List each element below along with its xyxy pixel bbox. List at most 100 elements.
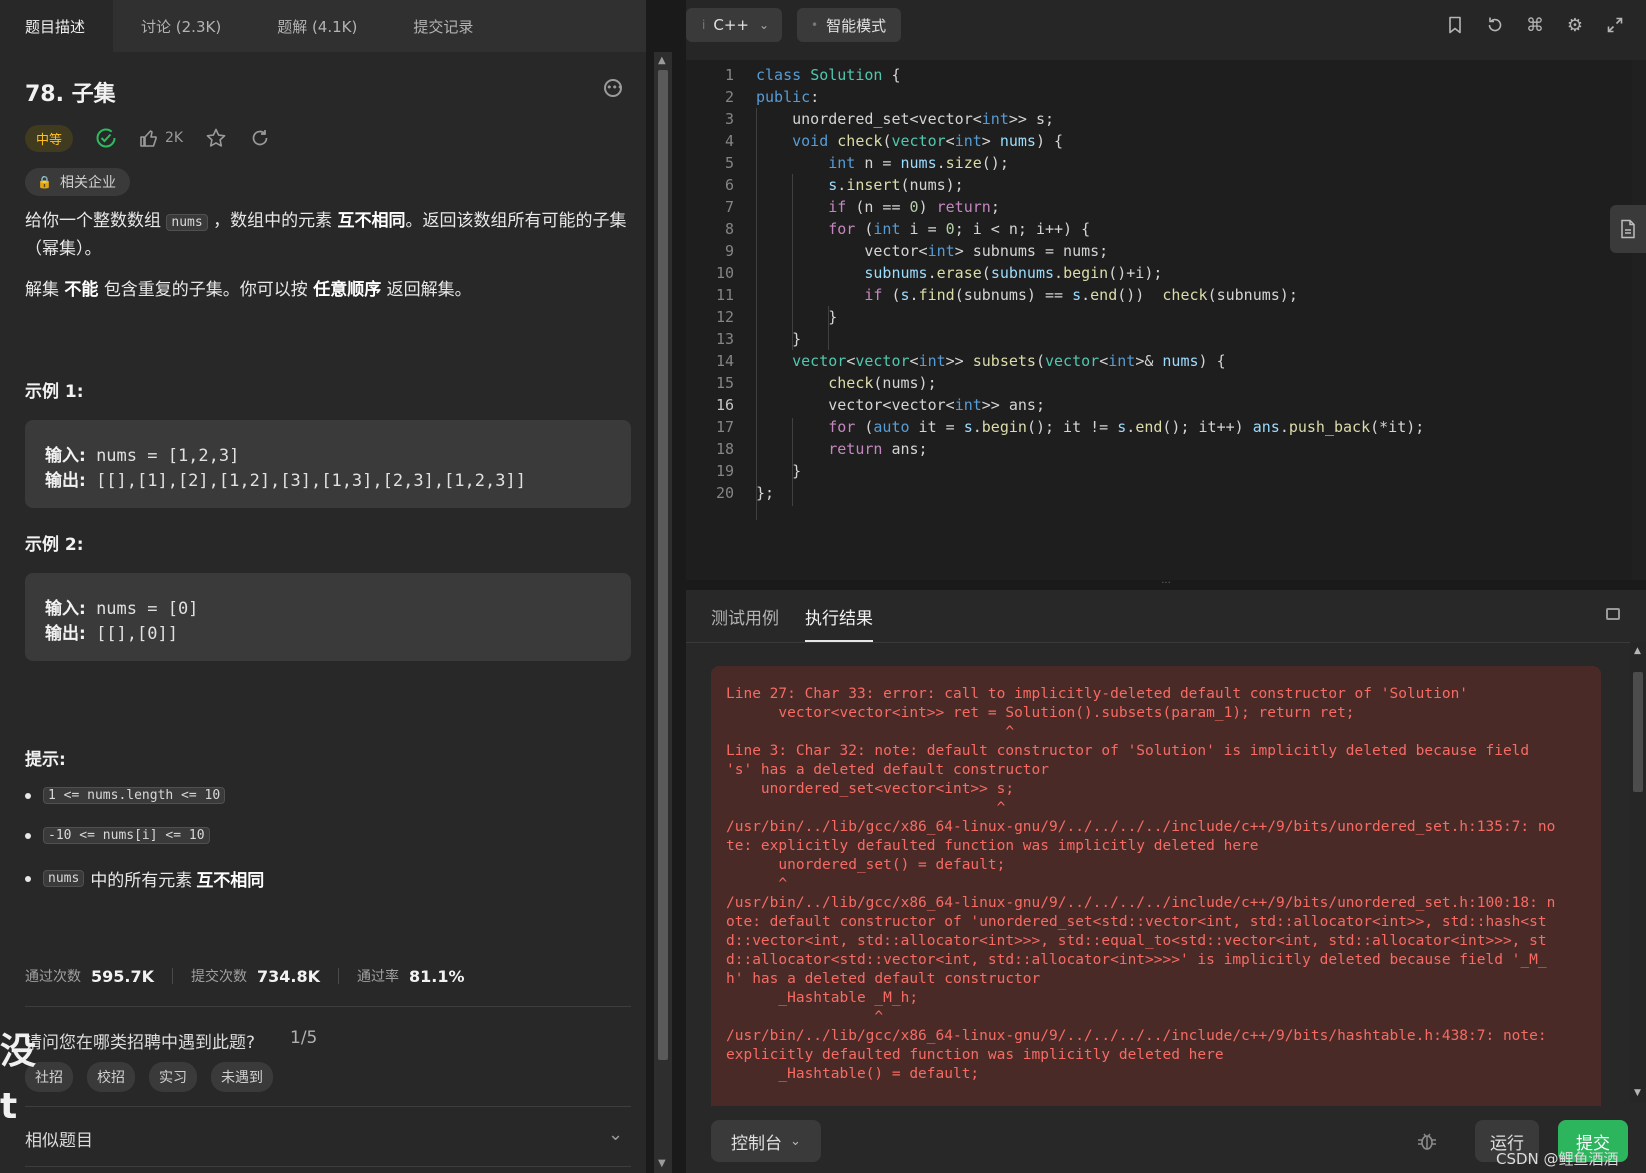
divider (25, 1166, 631, 1167)
bullet (25, 792, 31, 799)
fullscreen-expand-icon[interactable] (1604, 12, 1626, 38)
input-value: nums = [1,2,3] (96, 446, 240, 466)
passed-count: 595.7K (91, 966, 155, 986)
like-count: 2K (165, 130, 184, 146)
code-line: 8 for (int i = 0; i < n; i++) { (686, 218, 1632, 240)
tab-run-result[interactable]: 执行结果 (805, 590, 873, 642)
scroll-up-arrow-icon[interactable]: ▲ (1634, 646, 1641, 656)
error-line: Line 27: Char 33: error: call to implici… (726, 686, 1469, 702)
more-options-icon[interactable]: ••• (604, 79, 623, 97)
line-number: 6 (724, 176, 734, 194)
overlay-glyph: 没 (0, 1031, 37, 1072)
info-icon: i (702, 18, 706, 32)
solved-check-icon (95, 127, 117, 149)
panel-resize-handle[interactable]: ··· (686, 579, 1646, 590)
desc-text: 给你一个整数数组 (25, 211, 161, 231)
company-tag-button[interactable]: 🔒 相关企业 (25, 168, 130, 196)
like-button[interactable]: 2K (139, 128, 183, 148)
survey-option[interactable]: 未遇到 (211, 1062, 273, 1092)
bullet (25, 832, 31, 839)
language-select[interactable]: i C++ ⌄ (686, 8, 782, 42)
shortcut-command-icon[interactable]: ⌘ (1524, 12, 1546, 38)
code-text: vector<int> subnums = nums; (756, 242, 1109, 260)
scroll-down-arrow-icon[interactable]: ▼ (658, 1158, 666, 1169)
scroll-down-arrow-icon[interactable]: ▼ (1634, 1088, 1641, 1098)
code-text: public: (756, 88, 820, 106)
inline-code: nums (166, 214, 208, 231)
error-line: ote: default constructor of 'unordered_s… (726, 914, 1547, 930)
document-icon[interactable] (1610, 205, 1646, 253)
problem-meta: 中等 2K (25, 124, 271, 152)
overlay-glyph: t (0, 1086, 18, 1127)
code-line: 7 if (n == 0) return; (686, 196, 1632, 218)
reset-code-icon[interactable] (1484, 12, 1506, 38)
hint-text: 中的所有元素 (90, 871, 193, 891)
line-number: 2 (724, 88, 734, 106)
result-scrollbar[interactable]: ▲ ▼ (1630, 642, 1646, 1102)
error-line: ^ (726, 800, 1006, 816)
error-line: _Hashtable _M_h; (726, 990, 919, 1006)
hint-item: nums 中的所有元素 互不相同 (25, 866, 264, 891)
survey-option[interactable]: 实习 (149, 1062, 197, 1092)
code-text: for (auto it = s.begin(); it != s.end();… (828, 418, 1425, 436)
line-number: 1 (724, 66, 734, 84)
survey-progress: 1/5 (290, 1028, 318, 1048)
line-number: 12 (715, 308, 734, 326)
chevron-down-icon[interactable]: ⌄ (608, 1124, 623, 1145)
code-text: } (756, 330, 802, 348)
code-line: 5 int n = nums.size(); (686, 152, 1632, 174)
scrollbar-thumb[interactable] (658, 70, 668, 1060)
line-number: 16 (715, 396, 734, 414)
chevron-down-icon: ⌄ (790, 1133, 801, 1149)
line-number: 15 (715, 374, 734, 392)
code-line: 16 vector<vector<int>> ans; (686, 394, 1632, 416)
share-refresh-icon[interactable] (249, 127, 271, 149)
difficulty-badge: 中等 (25, 124, 74, 152)
problem-panel: 题目描述 讨论 (2.3K) 题解 (4.1K) 提交记录 78. 子集 •••… (0, 0, 646, 1173)
code-line: 9 vector<int> subnums = nums; (686, 240, 1632, 262)
scrollbar-thumb[interactable] (1633, 672, 1643, 792)
code-editor[interactable]: 1 class Solution { 2 public: 3 unordered_s… (686, 60, 1632, 580)
left-scrollbar[interactable]: ▲ ▼ (654, 52, 672, 1173)
line-number: 4 (724, 132, 734, 150)
tab-description[interactable]: 题目描述 (0, 0, 114, 52)
hint-item: 1 <= nums.length <= 10 (25, 787, 226, 804)
error-line: /usr/bin/../lib/gcc/x86_64-linux-gnu/9/.… (726, 1028, 1547, 1044)
line-number: 3 (724, 110, 734, 128)
editor-scrollbar[interactable] (1632, 60, 1646, 580)
tab-submissions[interactable]: 提交记录 (385, 0, 501, 52)
layout-toggle-icon[interactable] (1606, 608, 1620, 620)
code-text: }; (756, 484, 775, 502)
smart-mode-label: 智能模式 (826, 16, 887, 35)
desc-text: 返回解集。 (386, 280, 472, 300)
submission-stats: 通过次数 595.7K 提交次数 734.8K 通过率 81.1% (25, 966, 465, 986)
output-label: 输出: (45, 471, 86, 491)
code-text: s.insert(nums); (828, 176, 964, 194)
rate-label: 通过率 (357, 969, 400, 985)
example-2-input: 输入: nums = [0] (45, 594, 198, 619)
debug-bug-icon[interactable] (1416, 1130, 1438, 1157)
code-text: } (756, 308, 838, 326)
error-line: h' has a deleted default constructor (726, 971, 1041, 987)
code-line: 6 s.insert(nums); (686, 174, 1632, 196)
example-2-box: 输入: nums = [0] 输出: [[],[0]] (25, 573, 631, 661)
tab-solutions[interactable]: 题解 (4.1K) (249, 0, 385, 52)
tab-testcase[interactable]: 测试用例 (711, 590, 779, 642)
favorite-star-icon[interactable] (205, 127, 227, 149)
tab-discussion[interactable]: 讨论 (2.3K) (113, 0, 249, 52)
code-line: 2 public: (686, 86, 1632, 108)
smart-mode-button[interactable]: • 智能模式 (797, 8, 901, 42)
example-1-title: 示例 1: (25, 382, 84, 402)
survey-option[interactable]: 校招 (87, 1062, 135, 1092)
thumbs-up-icon (140, 130, 157, 147)
settings-gear-icon[interactable]: ⚙ (1564, 12, 1586, 38)
problem-description: 给你一个整数数组 nums ，数组中的元素 互不相同。返回该数组所有可能的子集（… (25, 208, 635, 262)
code-text: } (756, 462, 802, 480)
console-button[interactable]: 控制台 ⌄ (711, 1120, 821, 1162)
scroll-up-arrow-icon[interactable]: ▲ (658, 55, 666, 66)
code-line: 3 unordered_set<vector<int>> s; (686, 108, 1632, 130)
similar-problems-toggle[interactable]: 相似题目 (25, 1126, 93, 1151)
line-number: 14 (715, 352, 734, 370)
bookmark-icon[interactable] (1444, 12, 1466, 38)
desc-bold: 不能 (64, 280, 99, 300)
